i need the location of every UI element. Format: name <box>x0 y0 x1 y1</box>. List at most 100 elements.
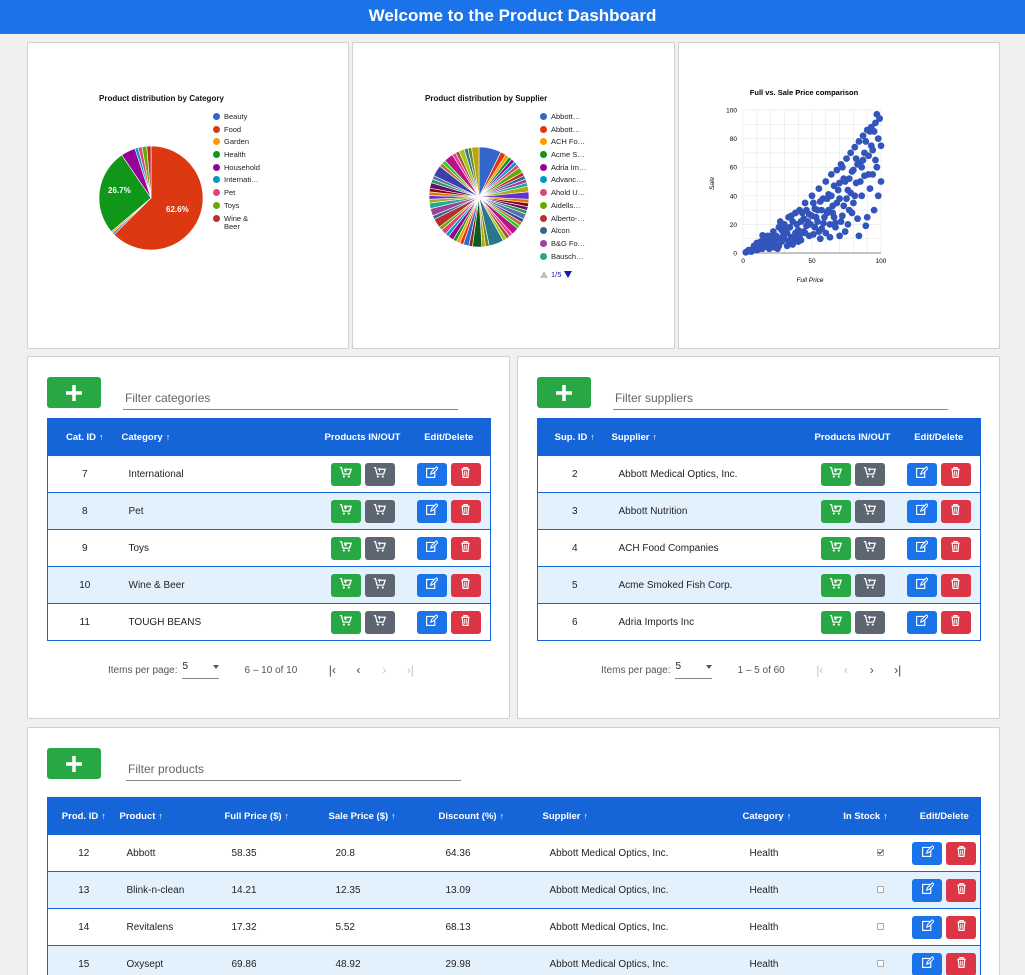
edit-button[interactable] <box>906 462 937 486</box>
supplier-filter-input[interactable] <box>613 391 948 410</box>
product-column-header[interactable]: Product ↑ <box>119 797 225 835</box>
category-filter-input[interactable] <box>123 391 458 410</box>
product-column-header[interactable]: Supplier ↑ <box>542 797 743 835</box>
edit-button[interactable] <box>416 536 447 560</box>
legend-swatch <box>540 189 547 197</box>
add-category-button[interactable] <box>47 377 101 408</box>
name-header[interactable]: Supplier ↑ <box>611 418 808 456</box>
product-column-header[interactable]: Full Price ($) ↑ <box>224 797 329 835</box>
products-in-button[interactable] <box>330 536 361 560</box>
next-page-button[interactable]: › <box>371 660 397 680</box>
arrow-up-icon[interactable]: ↑ <box>99 432 104 442</box>
arrow-up-icon[interactable]: ↑ <box>158 811 163 821</box>
arrow-up-icon[interactable]: ↑ <box>285 811 290 821</box>
delete-button[interactable] <box>946 841 977 865</box>
arrow-up-icon[interactable]: ↑ <box>653 432 658 442</box>
delete-button[interactable] <box>940 499 971 523</box>
arrow-up-icon[interactable]: ↑ <box>101 811 106 821</box>
name-header[interactable]: Category ↑ <box>121 418 318 456</box>
delete-button[interactable] <box>940 462 971 486</box>
in-stock-checkbox[interactable] <box>877 960 884 968</box>
products-in-button[interactable] <box>820 462 851 486</box>
products-in-button[interactable] <box>820 536 851 560</box>
edit-button[interactable] <box>416 610 447 634</box>
edit-button[interactable] <box>906 610 937 634</box>
delete-button[interactable] <box>450 610 481 634</box>
first-page-button[interactable]: |‹ <box>319 660 345 680</box>
delete-button[interactable] <box>450 462 481 486</box>
last-page-button[interactable]: ›| <box>885 660 911 680</box>
delete-button[interactable] <box>946 878 977 902</box>
edit-button[interactable] <box>416 462 447 486</box>
edit-button[interactable] <box>906 499 937 523</box>
product-product-cell: Blink-n-clean <box>119 871 225 909</box>
delete-button[interactable] <box>940 573 971 597</box>
arrow-up-icon[interactable]: ↑ <box>883 811 888 821</box>
arrow-up-icon[interactable]: ↑ <box>166 432 171 442</box>
page-size-select[interactable]: 5 <box>182 661 220 679</box>
products-out-button[interactable] <box>364 573 395 597</box>
in-stock-checkbox[interactable] <box>877 923 884 931</box>
page-size-select[interactable]: 5 <box>675 661 713 679</box>
arrow-up-icon[interactable]: ↑ <box>584 811 589 821</box>
next-page-button[interactable]: › <box>859 660 885 680</box>
products-in-button[interactable] <box>330 573 361 597</box>
delete-button[interactable] <box>450 499 481 523</box>
arrow-up-icon[interactable]: ↑ <box>590 432 595 442</box>
add-supplier-button[interactable] <box>537 377 591 408</box>
product-column-header[interactable]: Discount (%) ↑ <box>438 797 543 835</box>
product-column-header[interactable]: In Stock ↑ <box>822 797 909 835</box>
products-out-button[interactable] <box>854 536 885 560</box>
products-out-button[interactable] <box>364 462 395 486</box>
prev-page-button[interactable]: ‹ <box>345 660 371 680</box>
products-in-button[interactable] <box>820 610 851 634</box>
edit-button[interactable] <box>416 499 447 523</box>
product-column-header[interactable]: Sale Price ($) ↑ <box>328 797 439 835</box>
prev-page-button[interactable]: ‹ <box>833 660 859 680</box>
edit-button[interactable] <box>416 573 447 597</box>
delete-button[interactable] <box>940 610 971 634</box>
legend-prev-icon[interactable] <box>540 271 548 278</box>
edit-button[interactable] <box>906 573 937 597</box>
products-in-button[interactable] <box>330 462 361 486</box>
delete-button[interactable] <box>450 536 481 560</box>
id-header[interactable]: Cat. ID ↑ <box>47 418 122 456</box>
products-out-button[interactable] <box>364 536 395 560</box>
delete-button[interactable] <box>946 915 977 939</box>
in-stock-checkbox[interactable] <box>877 849 884 857</box>
in-stock-checkbox[interactable] <box>877 886 884 894</box>
legend-next-icon[interactable] <box>564 271 573 278</box>
products-out-button[interactable] <box>364 610 395 634</box>
products-in-button[interactable] <box>820 499 851 523</box>
products-out-button[interactable] <box>854 573 885 597</box>
edit-button[interactable] <box>912 878 943 902</box>
products-out-button[interactable] <box>854 499 885 523</box>
product-filter-input[interactable] <box>126 762 461 781</box>
table-row: 3 Abbott Nutrition <box>537 492 981 530</box>
delete-button[interactable] <box>450 573 481 597</box>
products-in-button[interactable] <box>330 610 361 634</box>
products-table: Prod. ID ↑ Product ↑ Full Price ($) ↑ Sale Pri… <box>47 797 981 975</box>
id-header[interactable]: Sup. ID ↑ <box>537 418 612 456</box>
products-out-button[interactable] <box>364 499 395 523</box>
first-page-button[interactable]: |‹ <box>807 660 833 680</box>
last-page-button[interactable]: ›| <box>397 660 423 680</box>
edit-button[interactable] <box>912 952 943 975</box>
products-out-button[interactable] <box>854 610 885 634</box>
arrow-up-icon[interactable]: ↑ <box>391 811 396 821</box>
arrow-up-icon[interactable]: ↑ <box>500 811 505 821</box>
products-in-button[interactable] <box>820 573 851 597</box>
products-in-button[interactable] <box>330 499 361 523</box>
product-product-cell: Revitalens <box>119 908 225 946</box>
add-product-button[interactable] <box>47 748 101 779</box>
delete-button[interactable] <box>946 952 977 975</box>
products-inout-header: Products IN/OUT <box>807 418 898 456</box>
edit-button[interactable] <box>912 915 943 939</box>
product-column-header[interactable]: Category ↑ <box>742 797 823 835</box>
delete-button[interactable] <box>940 536 971 560</box>
arrow-up-icon[interactable]: ↑ <box>787 811 792 821</box>
edit-button[interactable] <box>906 536 937 560</box>
product-column-header[interactable]: Prod. ID ↑ <box>47 797 120 835</box>
products-out-button[interactable] <box>854 462 885 486</box>
edit-button[interactable] <box>912 841 943 865</box>
